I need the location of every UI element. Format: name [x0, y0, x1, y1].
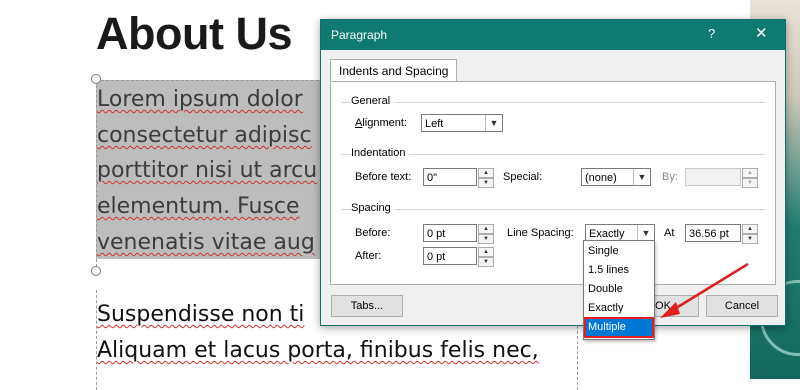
spin-up-icon[interactable]: ▲	[478, 168, 494, 178]
line-spacing-dropdown-list: Single 1.5 lines Double Exactly Multiple	[583, 240, 655, 340]
spacing-after-spinner[interactable]: 0 pt ▲ ▼	[423, 247, 494, 267]
spinner-buttons: ▲ ▼	[742, 168, 758, 188]
dropdown-option-exactly[interactable]: Exactly	[585, 299, 653, 318]
before-label: Before:	[355, 227, 391, 239]
paragraph-dialog: Paragraph ? ✕ Indents and Spacing Genera…	[320, 19, 786, 326]
spacing-before-spinner[interactable]: 0 pt ▲ ▼	[423, 224, 494, 244]
spin-up-icon[interactable]: ▲	[478, 247, 494, 257]
document-line: venenatis vitae aug	[97, 230, 315, 255]
resize-handle-top-left[interactable]	[91, 74, 101, 84]
spin-up-icon[interactable]: ▲	[478, 224, 494, 234]
spinner-buttons[interactable]: ▲ ▼	[478, 247, 494, 267]
dialog-titlebar: Paragraph ? ✕	[321, 20, 785, 50]
special-select[interactable]: (none) ▼	[581, 168, 651, 186]
line-spacing-label: Line Spacing:	[507, 227, 574, 239]
general-group-label: General	[351, 95, 395, 107]
alignment-label: Alignment:	[355, 117, 407, 129]
help-button[interactable]: ?	[708, 26, 715, 41]
spin-down-icon: ▼	[742, 178, 758, 188]
dropdown-option-single[interactable]: Single	[585, 242, 653, 261]
document-line: Lorem ipsum dolor	[97, 87, 303, 112]
tab-panel: General Alignment: Left ▼ Indentation Be…	[330, 81, 776, 285]
special-label: Special:	[503, 171, 543, 183]
resize-handle-bottom-left[interactable]	[91, 266, 101, 276]
spinner-buttons[interactable]: ▲ ▼	[478, 224, 494, 244]
document-line: porttitor nisi ut arcu	[97, 158, 318, 183]
spin-up-icon: ▲	[742, 168, 758, 178]
dropdown-option-1-5-lines[interactable]: 1.5 lines	[585, 261, 653, 280]
before-text-label: Before text:	[355, 171, 412, 183]
cancel-button[interactable]: Cancel	[706, 295, 778, 317]
document-line: elementum. Fusce	[97, 194, 300, 219]
by-spinner: ▲ ▼	[685, 168, 758, 188]
before-text-spinner[interactable]: 0" ▲ ▼	[423, 168, 494, 188]
spacing-group-line	[341, 209, 765, 211]
alignment-select[interactable]: Left ▼	[421, 114, 503, 132]
by-label: By:	[662, 171, 678, 183]
after-label: After:	[355, 250, 382, 262]
dropdown-option-multiple[interactable]: Multiple	[584, 317, 654, 338]
spacing-group-label: Spacing	[351, 202, 395, 214]
indentation-group-label: Indentation	[351, 147, 410, 159]
line-spacing-at-spinner[interactable]: 36.56 pt ▲ ▼	[685, 224, 758, 244]
tabs-button[interactable]: Tabs...	[331, 295, 403, 317]
document-line: consectetur adipisc	[97, 123, 312, 148]
dropdown-option-double[interactable]: Double	[585, 280, 653, 299]
spin-down-icon[interactable]: ▼	[478, 178, 494, 188]
spinner-buttons[interactable]: ▲ ▼	[742, 224, 758, 244]
spinner-buttons[interactable]: ▲ ▼	[478, 168, 494, 188]
document-line: Aliquam et lacus porta, finibus felis ne…	[97, 338, 539, 363]
close-button[interactable]: ✕	[755, 24, 768, 42]
at-label: At	[664, 227, 675, 239]
general-group-line	[341, 102, 765, 104]
spin-down-icon[interactable]: ▼	[742, 234, 758, 244]
spin-up-icon[interactable]: ▲	[742, 224, 758, 234]
chevron-down-icon: ▼	[637, 225, 654, 241]
tab-indents-and-spacing[interactable]: Indents and Spacing	[330, 59, 458, 82]
spin-down-icon[interactable]: ▼	[478, 234, 494, 244]
document-line: Suspendisse non ti	[97, 302, 305, 327]
chevron-down-icon: ▼	[633, 169, 650, 185]
chevron-down-icon: ▼	[485, 115, 502, 131]
document-heading: About Us	[96, 8, 292, 59]
spin-down-icon[interactable]: ▼	[478, 257, 494, 267]
dialog-title: Paragraph	[331, 28, 388, 42]
